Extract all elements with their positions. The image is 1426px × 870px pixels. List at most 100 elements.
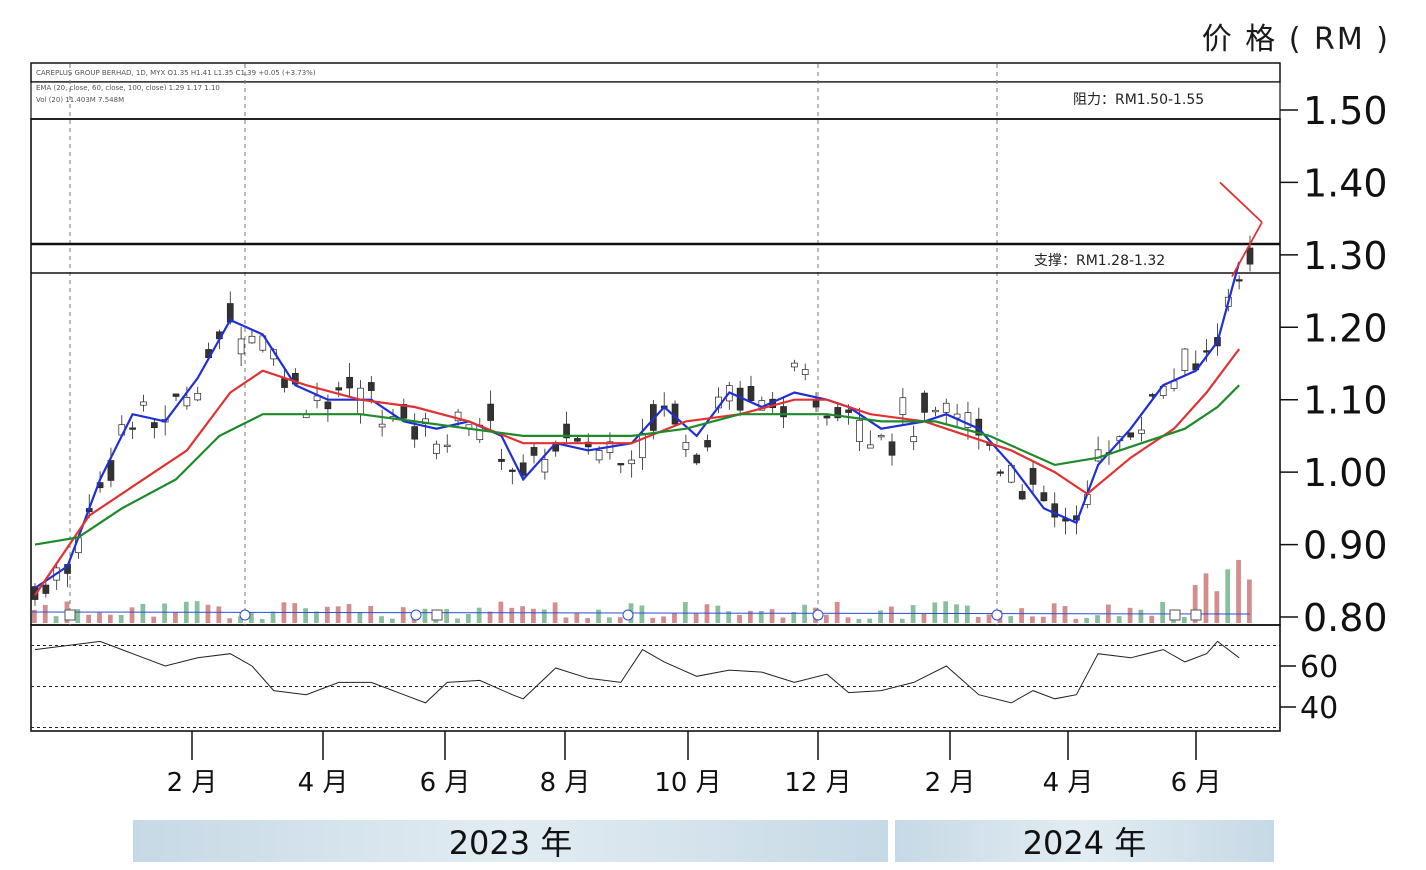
volume-bar: [715, 605, 721, 623]
marker-earnings-icon: [410, 609, 422, 621]
volume-bar: [650, 617, 656, 623]
candle: [433, 440, 440, 460]
candle-body: [877, 435, 885, 438]
candle-body: [866, 444, 874, 449]
candle-body: [487, 403, 494, 421]
volume-bar: [520, 606, 525, 623]
candle-body: [378, 423, 386, 428]
year-bar-2023: 2023 年: [133, 820, 888, 862]
candle: [508, 467, 516, 485]
volume-bar: [151, 616, 157, 623]
candle: [1138, 416, 1145, 442]
triangle-lower-line: [1231, 221, 1263, 278]
candle-body: [194, 393, 202, 401]
candle: [1127, 432, 1135, 441]
price-tick-label: 1.50: [1303, 89, 1388, 133]
volume-bar: [314, 611, 319, 623]
volume-bar: [259, 618, 265, 623]
candle: [1040, 485, 1048, 502]
candle-body: [530, 447, 538, 456]
price-tick-label: 1.10: [1303, 379, 1388, 423]
price-tick-label: 1.00: [1303, 451, 1388, 495]
volume-bar: [975, 616, 981, 623]
price-tick-label: 1.40: [1303, 161, 1388, 205]
volume-bar: [368, 606, 374, 623]
volume-bar: [465, 613, 471, 623]
volume-bar: [107, 614, 113, 623]
candle-body: [1246, 247, 1254, 265]
volume-bar: [661, 616, 666, 623]
candle-body: [1127, 432, 1135, 438]
candle: [1029, 461, 1037, 494]
candle: [964, 401, 972, 440]
volume-bar: [617, 617, 623, 623]
volume-bar: [97, 612, 102, 623]
triangle-upper-line: [1219, 181, 1263, 223]
x-tick-label: 6 月: [1171, 768, 1222, 798]
candle-body: [411, 426, 419, 440]
volume-bar: [541, 609, 547, 623]
volume-bar: [834, 601, 840, 623]
volume-bar: [324, 606, 330, 623]
volume-bar: [205, 604, 211, 623]
candle: [129, 421, 136, 439]
candle-body: [845, 409, 852, 413]
year-label-2024: 2024 年: [1022, 824, 1147, 862]
volume-bar: [1138, 609, 1144, 623]
volume-bar: [1214, 591, 1220, 623]
rsi-tick-label: 40: [1300, 691, 1338, 726]
candle-body: [574, 438, 581, 442]
candle-body: [921, 392, 928, 413]
volume-bar: [1019, 608, 1024, 623]
candle-body: [682, 442, 690, 450]
volume-bar: [899, 618, 905, 623]
candle-body: [1029, 468, 1037, 485]
volume-bar: [444, 609, 450, 623]
volume-bar: [509, 607, 515, 623]
volume-bar: [216, 606, 222, 623]
support-label: 支撑：RM1.28-1.32: [1034, 253, 1165, 269]
candle-body: [1018, 491, 1026, 500]
x-tick-label: 12 月: [784, 768, 851, 798]
volume-bar: [270, 611, 276, 623]
price-tick-label: 1.20: [1303, 306, 1388, 350]
volume-bar: [118, 614, 124, 623]
candle-body: [595, 450, 603, 461]
candle: [942, 398, 950, 425]
candle: [140, 394, 147, 412]
volume-bar: [672, 613, 677, 623]
volume-bar: [390, 618, 395, 623]
candle-body: [443, 444, 451, 447]
volume-bar: [1225, 569, 1231, 623]
volume-bar: [53, 616, 59, 623]
ema-100-line: [34, 384, 1240, 546]
candle: [1181, 348, 1189, 377]
candle-body: [129, 427, 136, 430]
volume-bar: [1051, 603, 1057, 623]
volume-bar: [823, 614, 829, 623]
volume-bar: [162, 603, 167, 623]
volume-bar: [932, 602, 938, 623]
candle-body: [823, 415, 831, 419]
candle: [378, 409, 386, 437]
candle-body: [172, 393, 180, 397]
candle: [834, 403, 842, 422]
candle: [465, 424, 473, 437]
candle: [1018, 484, 1026, 501]
candle: [997, 469, 1004, 477]
volume-bar: [1127, 607, 1133, 623]
support-resistance-lines: [31, 118, 1280, 274]
marker-dividend-icon: [64, 609, 76, 621]
candle-body: [704, 440, 711, 448]
volume-bar: [943, 601, 949, 623]
volume-bar: [845, 617, 851, 623]
candle-body: [693, 454, 701, 464]
x-tick-label: 6 月: [420, 768, 471, 798]
volume-bars: [30, 559, 1252, 623]
candle: [346, 362, 353, 398]
candle: [639, 418, 646, 470]
candle-body: [791, 362, 798, 368]
x-tick-label: 4 月: [298, 768, 349, 798]
candle: [530, 442, 538, 464]
marker-earnings-icon: [991, 609, 1003, 621]
